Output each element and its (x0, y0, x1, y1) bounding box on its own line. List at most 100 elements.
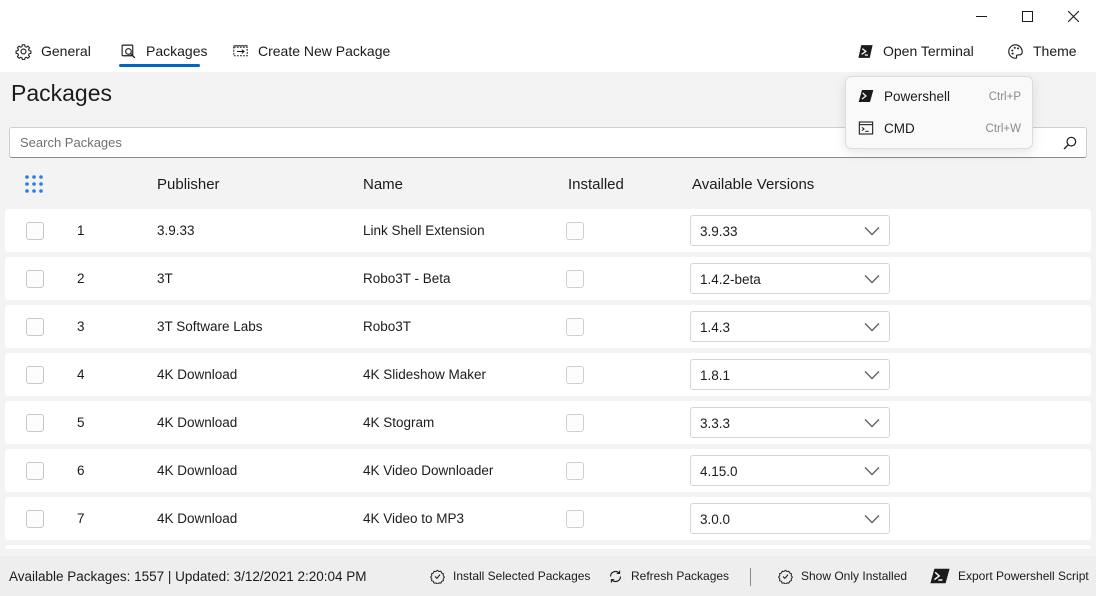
close-icon (1067, 10, 1079, 22)
row-installed-checkbox (566, 222, 584, 240)
version-value: 1.4.3 (700, 320, 731, 335)
theme-button[interactable]: Theme (1006, 32, 1077, 70)
table-row[interactable]: 4 4K Download 4K Slideshow Maker 1.8.1 (5, 353, 1091, 396)
powershell-icon (930, 568, 950, 584)
version-dropdown[interactable]: 3.0.0 (690, 503, 890, 534)
row-select-checkbox[interactable] (26, 414, 44, 432)
chevron-down-icon (864, 419, 880, 428)
package-count-status: Available Packages: 1557 | Updated: 3/12… (9, 569, 367, 584)
top-navigation: General Packages Create New Package Open… (0, 32, 1096, 72)
chevron-down-icon (864, 371, 880, 380)
row-select-checkbox[interactable] (26, 318, 44, 336)
row-publisher: 3.9.33 (157, 223, 195, 238)
table-row[interactable]: 6 4K Download 4K Video Downloader 4.15.0 (5, 449, 1091, 492)
row-number: 3 (77, 319, 85, 334)
show-only-installed-button[interactable]: Show Only Installed (777, 566, 907, 586)
nav-general[interactable]: General (14, 32, 91, 70)
table-row[interactable]: 7 4K Download 4K Video to MP3 3.0.0 (5, 497, 1091, 540)
row-publisher: 3T Software Labs (157, 319, 263, 334)
badge-check-icon (777, 568, 793, 584)
cmd-icon (858, 121, 874, 135)
row-name: Robo3T (363, 319, 412, 334)
version-value: 3.3.3 (700, 416, 731, 431)
table-row-partial[interactable] (5, 545, 1091, 549)
export-powershell-label: Export Powershell Script (958, 569, 1089, 583)
row-name: 4K Video Downloader (363, 463, 494, 478)
row-installed-checkbox (566, 270, 584, 288)
row-number: 7 (77, 511, 85, 526)
version-dropdown[interactable]: 4.15.0 (690, 455, 890, 486)
refresh-icon (607, 568, 623, 584)
row-select-checkbox[interactable] (26, 510, 44, 528)
row-name: Robo3T - Beta (363, 271, 451, 286)
version-value: 3.0.0 (700, 512, 731, 527)
maximize-icon (1021, 10, 1033, 22)
terminal-menu: Powershell Ctrl+P CMD Ctrl+W (845, 76, 1033, 149)
chevron-down-icon (864, 275, 880, 284)
row-number: 5 (77, 415, 85, 430)
nav-create-label: Create New Package (258, 43, 391, 59)
version-value: 4.15.0 (700, 464, 738, 479)
version-dropdown[interactable]: 3.3.3 (690, 407, 890, 438)
row-publisher: 4K Download (157, 415, 238, 430)
row-name: 4K Video to MP3 (363, 511, 465, 526)
select-all-grid-icon[interactable] (24, 174, 44, 194)
badge-check-icon (429, 568, 445, 584)
row-publisher: 4K Download (157, 367, 238, 382)
row-number: 2 (77, 271, 85, 286)
theme-label: Theme (1033, 43, 1077, 59)
menu-item-powershell[interactable]: Powershell Ctrl+P (846, 81, 1032, 111)
chevron-down-icon (864, 467, 880, 476)
open-terminal-button[interactable]: Open Terminal (856, 32, 974, 70)
nav-create-package[interactable]: Create New Package (231, 32, 390, 70)
row-number: 6 (77, 463, 85, 478)
powershell-icon (858, 90, 874, 102)
version-value: 3.9.33 (700, 224, 738, 239)
row-select-checkbox[interactable] (26, 462, 44, 480)
column-header-publisher[interactable]: Publisher (157, 176, 220, 193)
package-list: 1 3.9.33 Link Shell Extension 3.9.33 2 3… (5, 209, 1091, 549)
menu-item-label: CMD (884, 121, 915, 136)
page-title: Packages (11, 80, 113, 106)
package-search-icon (119, 42, 137, 60)
table-row[interactable]: 3 3T Software Labs Robo3T 1.4.3 (5, 305, 1091, 348)
status-divider (750, 568, 751, 586)
minimize-icon (975, 15, 987, 17)
refresh-packages-button[interactable]: Refresh Packages (607, 566, 729, 586)
row-publisher: 4K Download (157, 511, 238, 526)
row-name: Link Shell Extension (363, 223, 485, 238)
row-publisher: 3T (157, 271, 173, 286)
menu-item-cmd[interactable]: CMD Ctrl+W (846, 113, 1032, 143)
column-header-installed[interactable]: Installed (568, 176, 624, 193)
chevron-down-icon (864, 515, 880, 524)
export-powershell-button[interactable]: Export Powershell Script (930, 566, 1089, 586)
table-row[interactable]: 5 4K Download 4K Stogram 3.3.3 (5, 401, 1091, 444)
row-number: 4 (77, 367, 85, 382)
row-select-checkbox[interactable] (26, 222, 44, 240)
version-dropdown[interactable]: 3.9.33 (690, 215, 890, 246)
table-row[interactable]: 1 3.9.33 Link Shell Extension 3.9.33 (5, 209, 1091, 252)
table-row[interactable]: 2 3T Robo3T - Beta 1.4.2-beta (5, 257, 1091, 300)
maximize-button[interactable] (1004, 0, 1050, 32)
create-package-icon (231, 42, 249, 60)
column-header-name[interactable]: Name (363, 176, 403, 193)
minimize-button[interactable] (958, 0, 1004, 32)
title-bar (0, 0, 1096, 32)
close-button[interactable] (1050, 0, 1096, 32)
chevron-down-icon (864, 227, 880, 236)
palette-icon (1006, 42, 1024, 60)
row-select-checkbox[interactable] (26, 366, 44, 384)
version-dropdown[interactable]: 1.8.1 (690, 359, 890, 390)
show-only-installed-label: Show Only Installed (801, 569, 908, 583)
version-dropdown[interactable]: 1.4.3 (690, 311, 890, 342)
row-publisher: 4K Download (157, 463, 238, 478)
nav-general-label: General (41, 43, 91, 59)
row-select-checkbox[interactable] (26, 270, 44, 288)
column-header-versions[interactable]: Available Versions (692, 176, 814, 193)
terminal-icon (856, 42, 874, 60)
version-dropdown[interactable]: 1.4.2-beta (690, 263, 890, 294)
search-icon[interactable] (1060, 133, 1080, 153)
menu-item-label: Powershell (884, 89, 951, 104)
install-selected-button[interactable]: Install Selected Packages (429, 566, 590, 586)
row-installed-checkbox (566, 462, 584, 480)
